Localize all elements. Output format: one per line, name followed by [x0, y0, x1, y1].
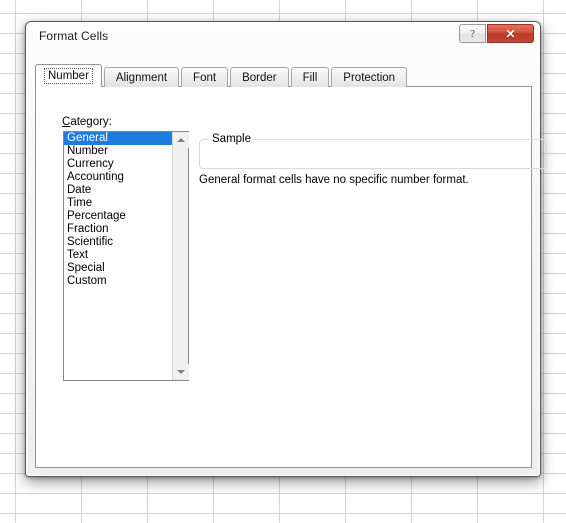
category-list-scrollbar[interactable]	[172, 132, 189, 380]
list-item[interactable]: Accounting	[64, 171, 172, 184]
chevron-down-icon	[176, 370, 185, 374]
tab-border[interactable]: Border	[230, 67, 289, 87]
list-item[interactable]: General	[64, 132, 172, 145]
format-description: General format cells have no specific nu…	[199, 174, 469, 186]
list-item[interactable]: Scientific	[64, 236, 172, 249]
tab-fill-label: Fill	[302, 71, 318, 84]
list-item[interactable]: Fraction	[64, 223, 172, 236]
list-item[interactable]: Number	[64, 145, 172, 158]
scroll-up-icon[interactable]	[172, 132, 189, 148]
tab-number[interactable]: Number	[35, 64, 102, 87]
list-item[interactable]: Time	[64, 197, 172, 210]
category-list[interactable]: General Number Currency Accounting Date …	[64, 132, 172, 380]
tab-fill[interactable]: Fill	[290, 67, 330, 87]
category-listbox[interactable]: General Number Currency Accounting Date …	[63, 131, 189, 381]
category-label-rest: ategory:	[70, 116, 112, 128]
help-icon[interactable]: ?	[459, 24, 486, 43]
list-item[interactable]: Text	[64, 249, 172, 262]
list-item[interactable]: Date	[64, 184, 172, 197]
window-controls: ? ✕	[459, 24, 534, 43]
sample-groupbox: Sample	[199, 133, 547, 169]
list-item[interactable]: Special	[64, 262, 172, 275]
tab-font[interactable]: Font	[181, 67, 229, 87]
list-item[interactable]: Percentage	[64, 210, 172, 223]
tab-protection[interactable]: Protection	[331, 67, 408, 87]
close-icon[interactable]: ✕	[487, 24, 534, 43]
category-label: Category:	[62, 116, 112, 128]
list-item[interactable]: Currency	[64, 158, 172, 171]
chevron-up-icon	[176, 138, 185, 142]
sample-groupbox-title: Sample	[209, 133, 254, 145]
tab-number-label: Number	[44, 68, 93, 84]
dialog-titlebar[interactable]: Format Cells ? ✕	[26, 22, 540, 52]
tab-alignment-label: Alignment	[115, 71, 168, 84]
tab-alignment[interactable]: Alignment	[103, 67, 180, 87]
excel-worksheet-background: Format Cells ? ✕ Number Alignment Font B…	[0, 0, 566, 523]
tab-protection-label: Protection	[343, 71, 396, 84]
tab-border-label: Border	[242, 71, 277, 84]
tab-strip: Number Alignment Font Border Fill Protec…	[35, 64, 409, 87]
format-cells-dialog: Format Cells ? ✕ Number Alignment Font B…	[25, 21, 547, 477]
tab-font-label: Font	[193, 71, 217, 84]
list-item[interactable]: Custom	[64, 275, 172, 288]
scroll-down-icon[interactable]	[172, 364, 189, 380]
dialog-title: Format Cells	[39, 29, 109, 43]
